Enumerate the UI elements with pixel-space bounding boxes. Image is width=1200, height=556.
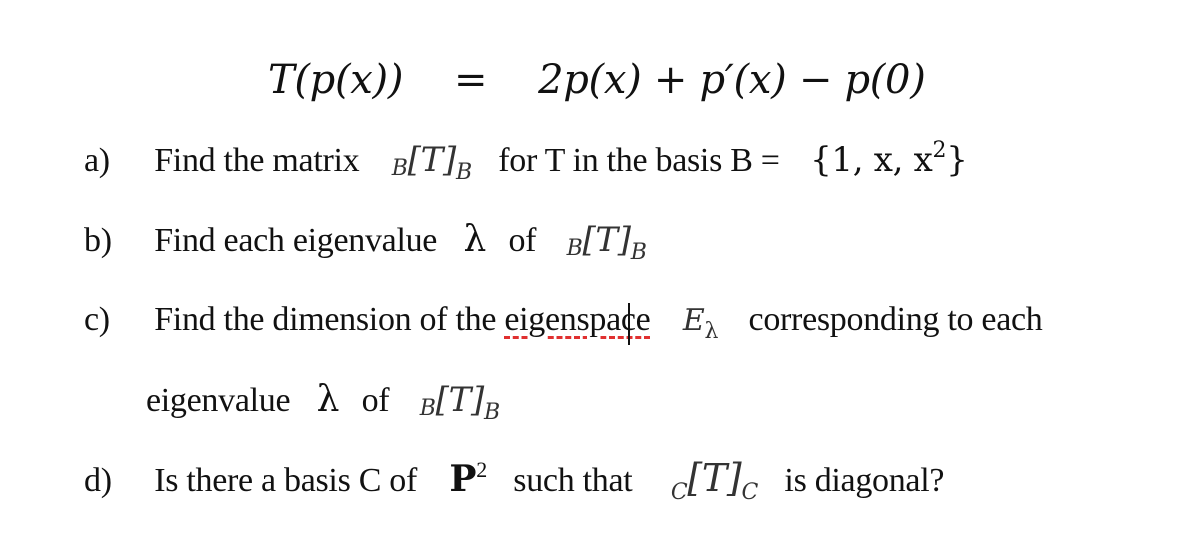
question-text: of — [361, 382, 390, 419]
question-text: Find the dimension of the — [154, 301, 497, 338]
equation-rhs: 2p(x) + p′(x) − p(0) — [538, 57, 926, 103]
question-text: eigenvalue — [146, 382, 291, 419]
question-text: for T in the basis B = — [498, 142, 780, 179]
matrix-representation: C[T]C — [670, 456, 759, 505]
lambda-symbol: λ — [316, 379, 340, 420]
transformation-equation: T(p(x)) = 2p(x) + p′(x) − p(0) — [268, 56, 926, 104]
matrix-representation: B[T]B — [419, 380, 500, 425]
question-text: Find the matrix — [154, 142, 360, 179]
question-c-continuation: eigenvalue λ of B[T]B — [146, 379, 500, 426]
matrix-representation: B[T]B — [391, 140, 472, 185]
polynomial-space-symbol: P2 — [449, 457, 487, 500]
question-c: c) Find the dimension of the eigenspace … — [84, 300, 1043, 345]
text-cursor — [628, 303, 630, 345]
question-text: corresponding to each — [748, 301, 1043, 338]
equation-lhs: T(p(x)) — [268, 57, 404, 103]
question-label: a) — [84, 142, 110, 179]
question-b: b) Find each eigenvalue λ of B[T]B — [84, 219, 647, 266]
matrix-representation: B[T]B — [566, 220, 647, 265]
question-d: d) Is there a basis C of P2 such that C[… — [84, 456, 945, 505]
basis-set: {1, x, x2} — [810, 138, 968, 180]
question-text: of — [508, 222, 537, 259]
question-text: Find each eigenvalue — [154, 222, 438, 259]
equation-equals: = — [454, 57, 488, 103]
lambda-symbol: λ — [463, 219, 487, 260]
question-text: Is there a basis C of — [154, 462, 417, 499]
eigenspace-symbol: Eλ — [682, 303, 719, 344]
question-a: a) Find the matrix B[T]B for T in the ba… — [84, 138, 968, 185]
misspelled-word-eigenspace[interactable]: eigenspace — [504, 301, 651, 345]
question-label: d) — [84, 462, 112, 499]
question-label: b) — [84, 222, 112, 259]
question-text: is diagonal? — [784, 462, 945, 499]
question-label: c) — [84, 301, 110, 338]
question-text: such that — [513, 462, 633, 499]
